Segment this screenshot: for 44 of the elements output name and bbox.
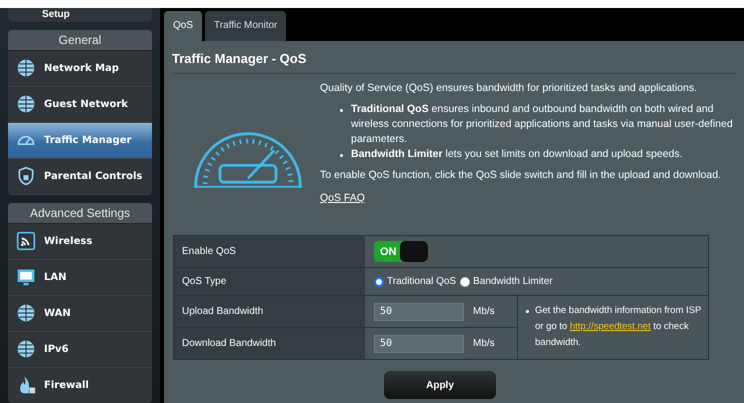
setting-label: QoS Type (174, 268, 365, 295)
wifi-icon (16, 231, 36, 252)
shield-lock-icon (16, 166, 36, 186)
globe-icon (16, 58, 36, 78)
globe-icon (16, 303, 36, 324)
bullet-dot-icon (526, 310, 529, 313)
radio-button[interactable] (374, 276, 384, 286)
radio-label: Traditional QoS (387, 276, 456, 287)
bandwidth-input[interactable]: 50 (374, 334, 464, 352)
bullet-dot-icon (340, 154, 343, 157)
sidebar-item[interactable]: Wireless (8, 224, 152, 260)
bandwidth-input[interactable]: 50 (374, 302, 464, 320)
apply-button[interactable]: Apply (384, 371, 496, 399)
unit-label: Mb/s (473, 338, 495, 349)
hint-text: Get the bandwidth information from ISP or go to http://speedtest.net to check bandwidth. (535, 304, 702, 350)
faq-link[interactable]: QoS FAQ (320, 191, 365, 206)
unit-label: Mb/s (473, 306, 495, 317)
tab[interactable]: QoS (164, 11, 202, 41)
globe-icon (16, 94, 36, 114)
speedtest-link[interactable]: http://speedtest.net (570, 321, 651, 332)
page-title: Traffic Manager - QoS (171, 50, 308, 65)
sidebar-item[interactable]: Setup (8, 8, 152, 22)
sidebar-item[interactable]: IPv6 (8, 332, 152, 368)
sidebar-item[interactable]: Parental Controls (8, 158, 152, 195)
radio-label: Bandwidth Limiter (473, 276, 553, 287)
sidebar-group-title: General (8, 30, 152, 51)
monitor-icon (16, 267, 36, 288)
tab[interactable]: Traffic Monitor (205, 11, 286, 41)
sidebar-item[interactable]: WAN (8, 296, 152, 332)
radio-button[interactable] (460, 276, 470, 286)
sidebar-item[interactable]: LAN (8, 260, 152, 296)
sidebar-group-title: Advanced Settings (8, 202, 152, 224)
bullet-text: Traditional QoS ensures inbound and outbound bandwidth on both wired and wireless connections for prioritized applications and tasks via manual user-defined parameters. (351, 102, 734, 147)
bullet-dot-icon (340, 109, 343, 112)
sidebar-item[interactable]: Firewall (8, 368, 152, 403)
setting-label: Enable QoS (174, 236, 365, 267)
sidebar-item[interactable]: Traffic Manager (8, 122, 152, 159)
instruction-text: To enable QoS function, click the QoS slide switch and fill in the upload and download. (320, 168, 722, 183)
bullet-text: Bandwidth Limiter lets you set limits on download and upload speeds. (351, 147, 682, 162)
globe-icon (16, 339, 36, 360)
setting-label: Download Bandwidth (174, 328, 365, 359)
sidebar-item[interactable]: Network Map (8, 50, 152, 87)
setting-label: Upload Bandwidth (174, 296, 365, 327)
intro-text: Quality of Service (QoS) ensures bandwidth for prioritized tasks and applications. (320, 81, 698, 96)
